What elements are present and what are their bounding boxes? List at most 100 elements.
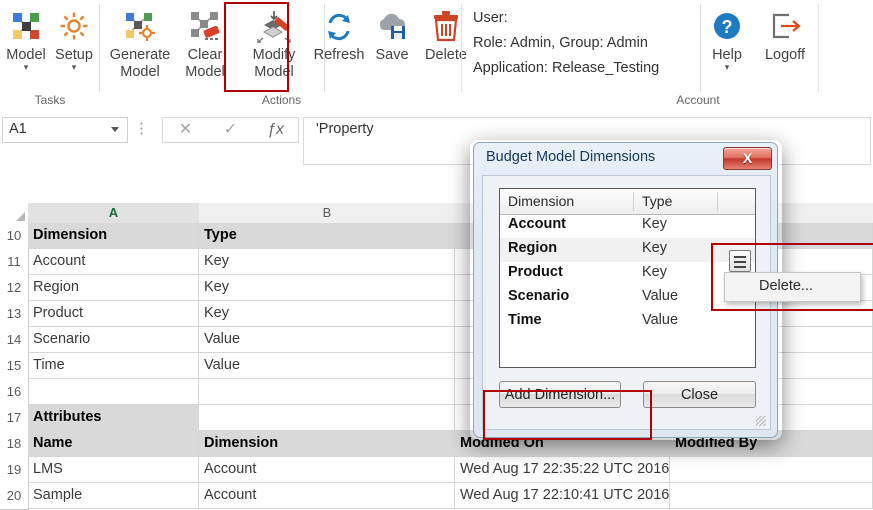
list-item-name: Scenario [508, 288, 570, 304]
delete-menu-item[interactable]: Delete... [759, 278, 813, 294]
list-item-type: Key [642, 216, 667, 232]
cell-a18[interactable]: Name [28, 431, 199, 457]
account-user: User: [473, 10, 508, 26]
row-context-menu: Delete... [724, 272, 861, 302]
add-dimension-button[interactable]: Add Dimension... [499, 381, 621, 408]
cell-d19[interactable] [670, 457, 873, 483]
cell-a11[interactable]: Account [28, 249, 199, 275]
list-item-name: Time [508, 312, 542, 328]
dialog-title: Budget Model Dimensions [486, 149, 656, 165]
list-item-type: Value [642, 312, 679, 328]
cell-a13[interactable]: Product [28, 301, 199, 327]
dimensions-list[interactable]: Dimension Type Account Key Region Key Pr… [499, 188, 756, 368]
cell-a20[interactable]: Sample [28, 483, 199, 509]
row-header[interactable]: 10 [0, 223, 29, 250]
row-header[interactable]: 17 [0, 405, 29, 432]
row-menu-button[interactable] [729, 250, 751, 272]
save-button[interactable]: Save [367, 6, 417, 63]
name-box[interactable]: A1 [2, 117, 128, 143]
header-divider [633, 192, 634, 211]
cell-b17[interactable] [199, 405, 455, 431]
setup-button[interactable]: Setup ▾ [50, 6, 98, 72]
model-dropdown-caret[interactable]: ▾ [2, 63, 50, 72]
ribbon-group-label-account: Account [676, 93, 720, 107]
cell-b12[interactable]: Key [199, 275, 455, 301]
confirm-formula-icon[interactable]: ✓ [208, 118, 253, 142]
column-header-b[interactable]: B [199, 203, 456, 224]
dialog-close-icon[interactable]: X [723, 147, 772, 170]
cell-a12[interactable]: Region [28, 275, 199, 301]
account-application: Application: Release_Testing [473, 60, 660, 76]
model-button[interactable]: Model ▾ [2, 6, 50, 72]
cell-a16[interactable] [28, 379, 199, 405]
cell-a19[interactable]: LMS [28, 457, 199, 483]
cell-b13[interactable]: Key [199, 301, 455, 327]
list-header-type: Type [642, 193, 673, 209]
name-box-dropdown-icon[interactable] [111, 127, 119, 132]
clear-model-label1: Clear [187, 47, 223, 63]
setup-button-label: Setup [55, 47, 93, 63]
svg-text:?: ? [722, 17, 733, 37]
cell-b16[interactable] [199, 379, 455, 405]
list-item-product[interactable]: Product Key [500, 262, 755, 286]
help-button[interactable]: ? Help ▾ [700, 6, 754, 72]
cell-c20[interactable]: Wed Aug 17 22:10:41 UTC 2016 [455, 483, 670, 509]
list-header-dimension: Dimension [508, 193, 575, 209]
dimensions-list-header: Dimension Type [500, 189, 755, 215]
resize-grip[interactable] [756, 416, 766, 426]
gear-icon [50, 6, 98, 46]
row-header[interactable]: 11 [0, 249, 29, 276]
row-header[interactable]: 13 [0, 301, 29, 328]
cell-b19[interactable]: Account [199, 457, 455, 483]
insert-function-icon[interactable]: ƒx [253, 118, 298, 142]
account-role: Role: Admin, Group: Admin [473, 35, 648, 51]
list-item-account[interactable]: Account Key [500, 214, 755, 238]
row-header[interactable]: 15 [0, 353, 29, 380]
cell-d20[interactable] [670, 483, 873, 509]
generate-model-label2: Model [120, 64, 160, 80]
dialog-title-bar[interactable]: Budget Model Dimensions X [474, 143, 777, 173]
cell-b18[interactable]: Dimension [199, 431, 455, 457]
formula-bar-handle[interactable] [140, 121, 143, 137]
model-nodes-icon [2, 6, 50, 46]
close-button[interactable]: Close [643, 381, 756, 408]
cell-b10[interactable]: Type [199, 223, 455, 249]
row-header[interactable]: 12 [0, 275, 29, 302]
logoff-button[interactable]: Logoff [754, 6, 816, 63]
help-dropdown-caret[interactable]: ▾ [700, 63, 754, 72]
header-divider [717, 192, 718, 211]
list-item-name: Account [508, 216, 566, 232]
ribbon-group-actions: Generate Model Clear Model Modify Model … [101, 0, 467, 110]
row-header[interactable]: 16 [0, 379, 29, 406]
cell-a14[interactable]: Scenario [28, 327, 199, 353]
row-header[interactable]: 14 [0, 327, 29, 354]
setup-dropdown-caret[interactable]: ▾ [50, 63, 98, 72]
modify-model-button[interactable]: Modify Model [244, 6, 304, 80]
cell-b11[interactable]: Key [199, 249, 455, 275]
generate-model-button[interactable]: Generate Model [105, 6, 175, 80]
logoff-button-label: Logoff [764, 47, 806, 63]
ribbon-group-tasks: Model ▾ Setup ▾ Tasks [0, 0, 100, 110]
row-header[interactable]: 18 [0, 431, 29, 458]
list-item-region[interactable]: Region Key [500, 238, 755, 262]
row-header[interactable]: 19 [0, 457, 29, 484]
cell-b14[interactable]: Value [199, 327, 455, 353]
column-header-a[interactable]: A [28, 203, 200, 225]
refresh-icon [309, 6, 369, 46]
refresh-button[interactable]: Refresh [309, 6, 369, 63]
cell-b15[interactable]: Value [199, 353, 455, 379]
cell-a15[interactable]: Time [28, 353, 199, 379]
cancel-formula-icon[interactable]: ✕ [163, 118, 208, 142]
cell-a17[interactable]: Attributes [28, 405, 199, 431]
row-header[interactable]: 20 [0, 483, 29, 510]
cell-c19[interactable]: Wed Aug 17 22:35:22 UTC 2016 [455, 457, 670, 483]
cell-b20[interactable]: Account [199, 483, 455, 509]
cell-a10[interactable]: Dimension [28, 223, 199, 249]
clear-model-button[interactable]: Clear Model [177, 6, 233, 80]
list-item-name: Region [508, 240, 558, 256]
list-item-scenario[interactable]: Scenario Value [500, 286, 755, 310]
list-item-time[interactable]: Time Value [500, 310, 755, 334]
generate-model-label1: Generate [109, 47, 171, 63]
select-all-corner[interactable] [0, 203, 29, 224]
clear-model-label2: Model [185, 64, 225, 80]
